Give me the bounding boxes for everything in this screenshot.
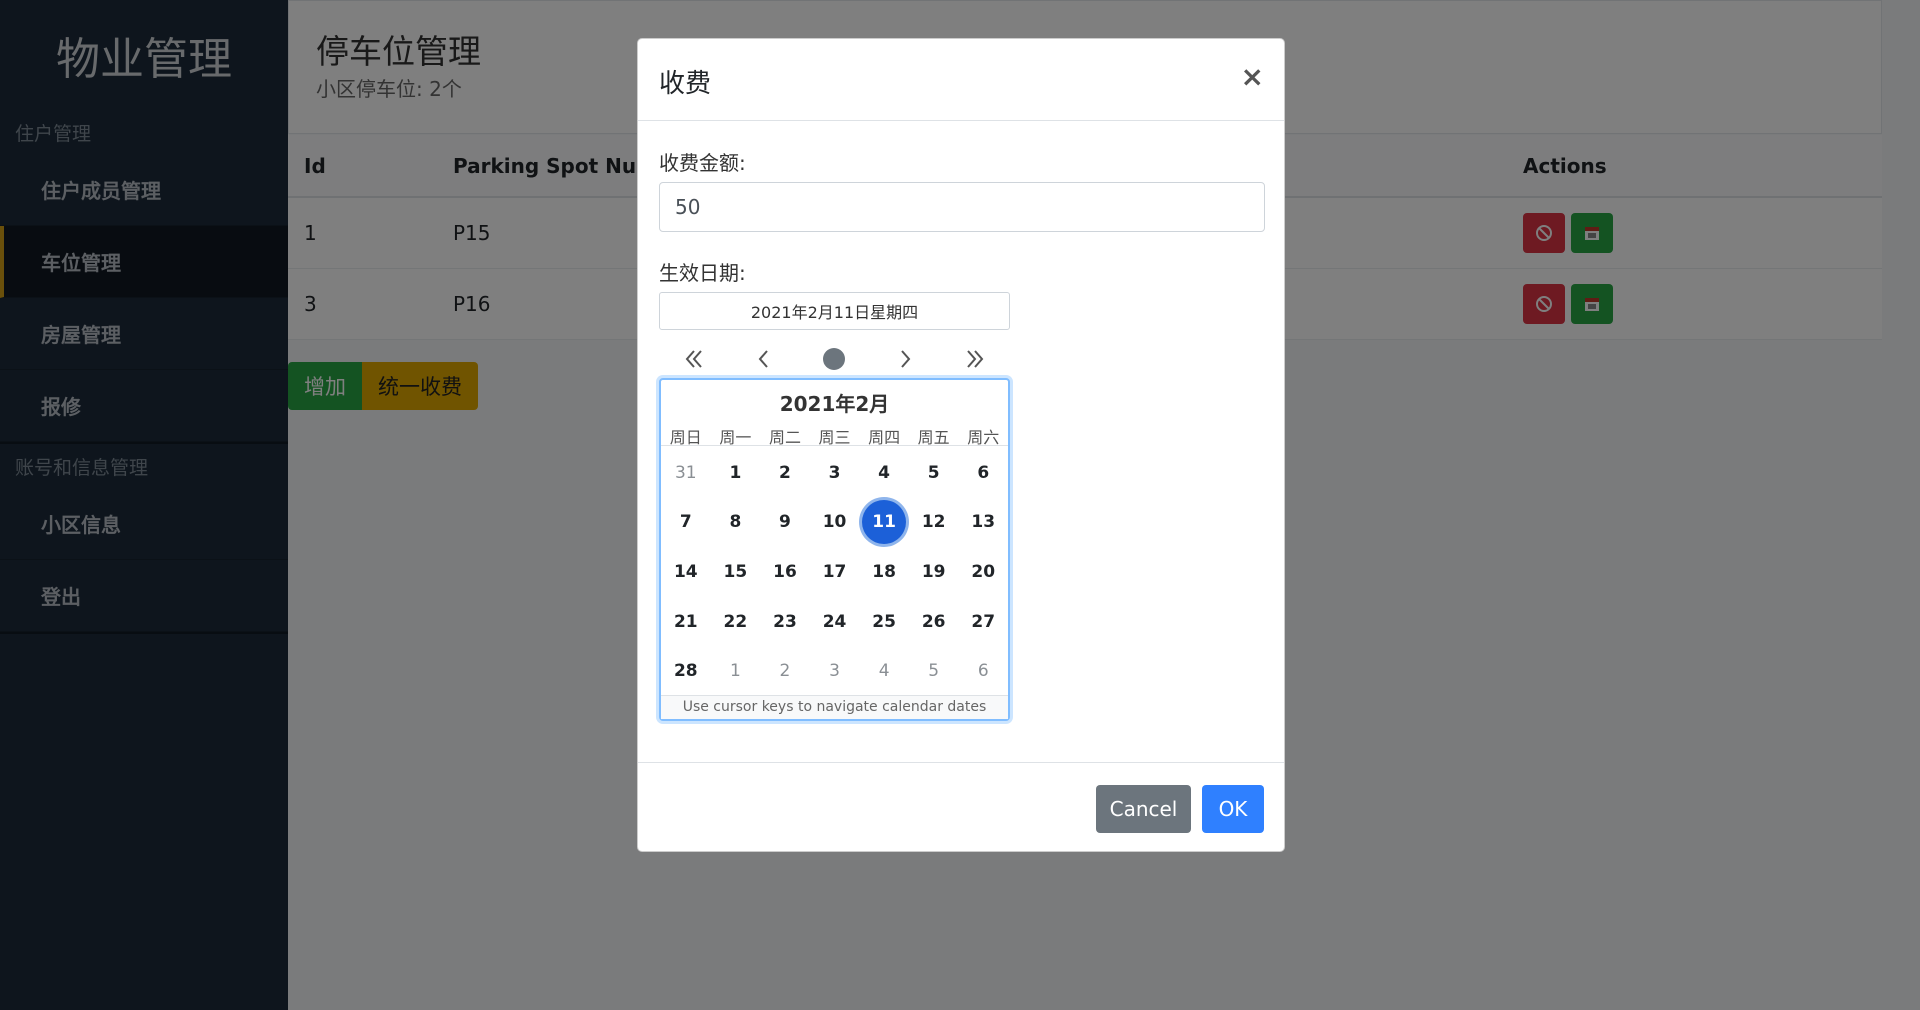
modal-footer: Cancel OK (638, 762, 1284, 852)
calendar-day[interactable]: 3 (810, 646, 860, 696)
calendar-week: 28 1 2 3 4 5 6 (661, 646, 1008, 696)
chevron-right-icon (900, 350, 910, 368)
weekday-label: 周三 (818, 428, 851, 447)
calendar-week: 21 22 23 24 25 26 27 (661, 597, 1008, 647)
calendar-day[interactable]: 4 (859, 448, 909, 498)
calendar-day[interactable]: 3 (810, 448, 860, 498)
cancel-button[interactable]: Cancel (1096, 785, 1191, 833)
calendar-day[interactable]: 7 (661, 498, 711, 548)
calendar-day[interactable]: 17 (810, 547, 860, 597)
calendar-day[interactable]: 15 (711, 547, 761, 597)
double-chevron-left-icon (685, 350, 702, 368)
ok-button[interactable]: OK (1202, 785, 1264, 833)
calendar-day[interactable]: 23 (760, 597, 810, 647)
date-label: 生效日期: (659, 261, 746, 285)
calendar-day[interactable]: 12 (909, 498, 959, 548)
calendar-week: 31 1 2 3 4 5 6 (661, 448, 1008, 498)
circle-icon (823, 348, 846, 370)
calendar-day[interactable]: 8 (711, 498, 761, 548)
calendar-day[interactable]: 1 (711, 448, 761, 498)
calendar-nav (659, 339, 1010, 379)
calendar-help-text: Use cursor keys to navigate calendar dat… (661, 695, 1008, 719)
calendar-day[interactable]: 25 (859, 597, 909, 647)
calendar-day[interactable]: 5 (909, 448, 959, 498)
calendar-day[interactable]: 27 (958, 597, 1008, 647)
calendar-day-selected[interactable]: 11 (859, 498, 909, 548)
weekday-label: 周日 (669, 428, 702, 447)
calendar-month-title: 2021年2月 (779, 392, 890, 416)
modal-header: 收费 × (638, 39, 1284, 121)
calendar-day[interactable]: 31 (661, 448, 711, 498)
calendar-grid[interactable]: 2021年2月 周日 周一 周二 周三 周四 周五 周六 31 1 2 3 4 … (659, 378, 1010, 721)
modal-title: 收费 (659, 69, 712, 99)
amount-input[interactable] (659, 182, 1265, 232)
calendar-day[interactable]: 13 (958, 498, 1008, 548)
calendar-day[interactable]: 19 (909, 547, 959, 597)
weekday-label: 周一 (719, 428, 752, 447)
current-month-button[interactable] (814, 342, 854, 376)
calendar-day[interactable]: 18 (859, 547, 909, 597)
calendar-day[interactable]: 20 (958, 547, 1008, 597)
next-month-button[interactable] (885, 342, 925, 376)
close-icon[interactable]: × (1241, 63, 1264, 91)
calendar-day[interactable]: 16 (760, 547, 810, 597)
calendar-day[interactable]: 2 (760, 448, 810, 498)
next-year-button[interactable] (955, 342, 995, 376)
calendar-day[interactable]: 24 (810, 597, 860, 647)
charge-modal: 收费 × 收费金额: 生效日期: 2021年2月11日星期四 2021年2月 周… (637, 38, 1285, 852)
calendar-day[interactable]: 9 (760, 498, 810, 548)
amount-label: 收费金额: (659, 151, 746, 175)
calendar-day[interactable]: 22 (711, 597, 761, 647)
calendar-day[interactable]: 1 (711, 646, 761, 696)
prev-year-button[interactable] (674, 342, 714, 376)
calendar-week: 14 15 16 17 18 19 20 (661, 547, 1008, 597)
calendar-day[interactable]: 21 (661, 597, 711, 647)
calendar-day[interactable]: 6 (958, 448, 1008, 498)
calendar-day[interactable]: 2 (760, 646, 810, 696)
calendar-day[interactable]: 14 (661, 547, 711, 597)
double-chevron-right-icon (967, 350, 984, 368)
weekday-header: 周日 周一 周二 周三 周四 周五 周六 (661, 424, 1008, 447)
calendar-day[interactable]: 5 (909, 646, 959, 696)
weekday-label: 周五 (917, 428, 950, 447)
calendar-day[interactable]: 26 (909, 597, 959, 647)
prev-month-button[interactable] (744, 342, 784, 376)
chevron-left-icon (758, 350, 769, 368)
calendar-week: 7 8 9 10 11 12 13 (661, 498, 1008, 548)
calendar-day[interactable]: 10 (810, 498, 860, 548)
calendar-day[interactable]: 28 (661, 646, 711, 696)
weekday-label: 周二 (768, 428, 801, 447)
weekday-label: 周六 (967, 428, 1000, 447)
weekday-label: 周四 (868, 428, 901, 447)
calendar-days: 31 1 2 3 4 5 6 7 8 9 10 11 12 13 14 15 1… (661, 448, 1008, 696)
calendar-day[interactable]: 4 (859, 646, 909, 696)
date-value: 2021年2月11日星期四 (659, 292, 1010, 330)
calendar-day[interactable]: 6 (958, 646, 1008, 696)
